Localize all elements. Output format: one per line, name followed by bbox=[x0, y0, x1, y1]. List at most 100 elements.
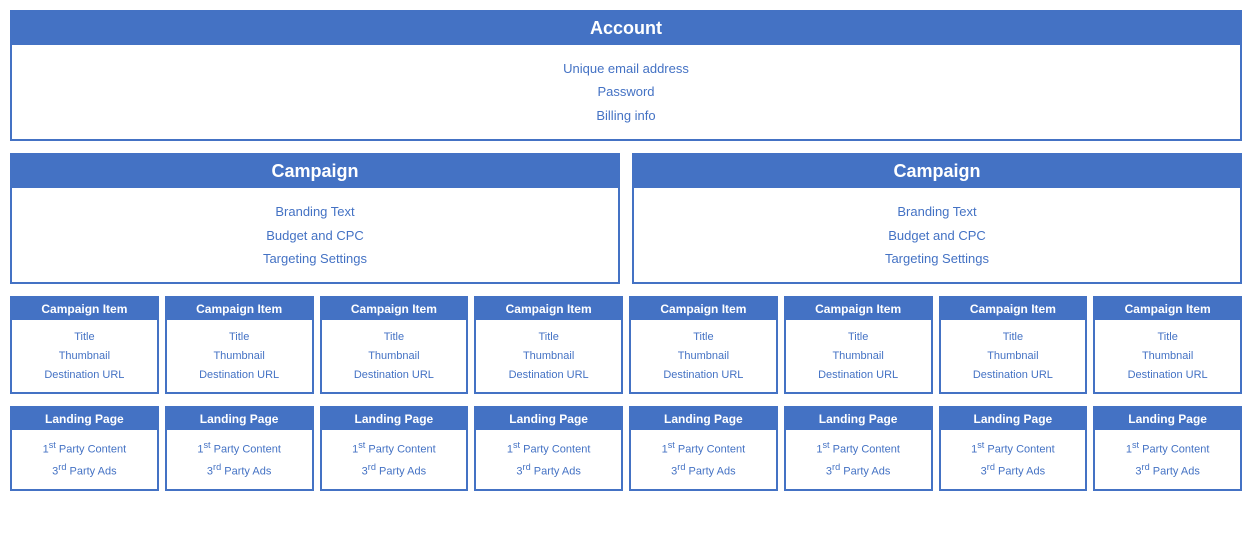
account-header: Account bbox=[12, 12, 1240, 45]
landing-page-box-1: Landing Page1st Party Content3rd Party A… bbox=[165, 406, 314, 491]
campaign-item: Targeting Settings bbox=[634, 247, 1240, 270]
campaign-item-field: Title bbox=[324, 328, 465, 347]
campaign-item-field: Thumbnail bbox=[14, 347, 155, 366]
account-item: Unique email address bbox=[12, 57, 1240, 80]
landing-page-field: 3rd Party Ads bbox=[14, 460, 155, 481]
campaign-item-field: Thumbnail bbox=[788, 347, 929, 366]
campaign-item-field: Title bbox=[169, 328, 310, 347]
landing-page-box-3: Landing Page1st Party Content3rd Party A… bbox=[474, 406, 623, 491]
campaign-item-body: TitleThumbnailDestination URL bbox=[631, 320, 776, 392]
campaign-item-field: Destination URL bbox=[1097, 366, 1238, 385]
campaign-item: Branding Text bbox=[634, 200, 1240, 223]
campaign-item-box-3: Campaign ItemTitleThumbnailDestination U… bbox=[474, 296, 623, 394]
campaign-item: Branding Text bbox=[12, 200, 618, 223]
campaign-body: Branding TextBudget and CPCTargeting Set… bbox=[634, 188, 1240, 282]
campaign-item-field: Destination URL bbox=[943, 366, 1084, 385]
campaign-item-field: Title bbox=[633, 328, 774, 347]
landing-page-field: 1st Party Content bbox=[788, 438, 929, 459]
landing-page-body: 1st Party Content3rd Party Ads bbox=[631, 430, 776, 489]
campaign-item-header: Campaign Item bbox=[631, 298, 776, 320]
landing-page-field: 3rd Party Ads bbox=[788, 460, 929, 481]
campaign-item-field: Thumbnail bbox=[324, 347, 465, 366]
account-item: Billing info bbox=[12, 104, 1240, 127]
campaign-items-row: Campaign ItemTitleThumbnailDestination U… bbox=[10, 296, 1242, 394]
campaign-item-field: Title bbox=[478, 328, 619, 347]
campaign-row: CampaignBranding TextBudget and CPCTarge… bbox=[10, 153, 1242, 284]
landing-page-header: Landing Page bbox=[1095, 408, 1240, 430]
campaign-item-body: TitleThumbnailDestination URL bbox=[322, 320, 467, 392]
account-body: Unique email addressPasswordBilling info bbox=[12, 45, 1240, 139]
campaign-item-field: Thumbnail bbox=[1097, 347, 1238, 366]
campaign-item-box-4: Campaign ItemTitleThumbnailDestination U… bbox=[629, 296, 778, 394]
campaign-item-field: Title bbox=[788, 328, 929, 347]
landing-page-header: Landing Page bbox=[786, 408, 931, 430]
campaign-item-box-1: Campaign ItemTitleThumbnailDestination U… bbox=[165, 296, 314, 394]
landing-page-field: 3rd Party Ads bbox=[324, 460, 465, 481]
campaign-item-box-7: Campaign ItemTitleThumbnailDestination U… bbox=[1093, 296, 1242, 394]
campaign-item-field: Destination URL bbox=[324, 366, 465, 385]
landing-page-body: 1st Party Content3rd Party Ads bbox=[941, 430, 1086, 489]
campaign-header: Campaign bbox=[634, 155, 1240, 188]
landing-page-header: Landing Page bbox=[476, 408, 621, 430]
campaign-item-field: Destination URL bbox=[788, 366, 929, 385]
landing-page-box-0: Landing Page1st Party Content3rd Party A… bbox=[10, 406, 159, 491]
campaign-item-field: Destination URL bbox=[14, 366, 155, 385]
campaign-item-body: TitleThumbnailDestination URL bbox=[786, 320, 931, 392]
landing-page-box-5: Landing Page1st Party Content3rd Party A… bbox=[784, 406, 933, 491]
landing-page-field: 1st Party Content bbox=[169, 438, 310, 459]
campaign-item: Targeting Settings bbox=[12, 247, 618, 270]
campaign-item-body: TitleThumbnailDestination URL bbox=[476, 320, 621, 392]
landing-page-header: Landing Page bbox=[631, 408, 776, 430]
landing-page-box-6: Landing Page1st Party Content3rd Party A… bbox=[939, 406, 1088, 491]
campaign-item-header: Campaign Item bbox=[322, 298, 467, 320]
campaign-item-body: TitleThumbnailDestination URL bbox=[12, 320, 157, 392]
landing-page-header: Landing Page bbox=[167, 408, 312, 430]
campaign-item-header: Campaign Item bbox=[167, 298, 312, 320]
campaign-item-field: Thumbnail bbox=[169, 347, 310, 366]
campaign-box-0: CampaignBranding TextBudget and CPCTarge… bbox=[10, 153, 620, 284]
campaign-item-header: Campaign Item bbox=[941, 298, 1086, 320]
campaign-item-field: Destination URL bbox=[478, 366, 619, 385]
landing-page-body: 1st Party Content3rd Party Ads bbox=[322, 430, 467, 489]
landing-page-field: 1st Party Content bbox=[1097, 438, 1238, 459]
campaign-item-body: TitleThumbnailDestination URL bbox=[167, 320, 312, 392]
campaign-item-box-0: Campaign ItemTitleThumbnailDestination U… bbox=[10, 296, 159, 394]
landing-page-box-7: Landing Page1st Party Content3rd Party A… bbox=[1093, 406, 1242, 491]
landing-page-body: 1st Party Content3rd Party Ads bbox=[1095, 430, 1240, 489]
landing-pages-row: Landing Page1st Party Content3rd Party A… bbox=[10, 406, 1242, 491]
account-item: Password bbox=[12, 80, 1240, 103]
landing-page-field: 3rd Party Ads bbox=[1097, 460, 1238, 481]
campaign-body: Branding TextBudget and CPCTargeting Set… bbox=[12, 188, 618, 282]
campaign-item-field: Thumbnail bbox=[478, 347, 619, 366]
landing-page-field: 3rd Party Ads bbox=[169, 460, 310, 481]
campaign-item-body: TitleThumbnailDestination URL bbox=[941, 320, 1086, 392]
campaign-item: Budget and CPC bbox=[634, 224, 1240, 247]
campaign-item: Budget and CPC bbox=[12, 224, 618, 247]
campaign-item-field: Destination URL bbox=[633, 366, 774, 385]
campaign-item-field: Title bbox=[1097, 328, 1238, 347]
campaign-item-header: Campaign Item bbox=[786, 298, 931, 320]
campaign-item-header: Campaign Item bbox=[12, 298, 157, 320]
campaign-item-box-2: Campaign ItemTitleThumbnailDestination U… bbox=[320, 296, 469, 394]
landing-page-box-4: Landing Page1st Party Content3rd Party A… bbox=[629, 406, 778, 491]
campaign-item-field: Title bbox=[943, 328, 1084, 347]
landing-page-field: 1st Party Content bbox=[478, 438, 619, 459]
campaign-header: Campaign bbox=[12, 155, 618, 188]
account-section: Account Unique email addressPasswordBill… bbox=[10, 10, 1242, 141]
campaign-item-body: TitleThumbnailDestination URL bbox=[1095, 320, 1240, 392]
landing-page-body: 1st Party Content3rd Party Ads bbox=[12, 430, 157, 489]
landing-page-field: 3rd Party Ads bbox=[943, 460, 1084, 481]
campaign-item-header: Campaign Item bbox=[476, 298, 621, 320]
landing-page-field: 1st Party Content bbox=[633, 438, 774, 459]
campaign-item-box-6: Campaign ItemTitleThumbnailDestination U… bbox=[939, 296, 1088, 394]
campaign-item-field: Thumbnail bbox=[943, 347, 1084, 366]
landing-page-header: Landing Page bbox=[941, 408, 1086, 430]
landing-page-body: 1st Party Content3rd Party Ads bbox=[167, 430, 312, 489]
landing-page-field: 1st Party Content bbox=[324, 438, 465, 459]
landing-page-body: 1st Party Content3rd Party Ads bbox=[786, 430, 931, 489]
landing-page-header: Landing Page bbox=[322, 408, 467, 430]
campaign-item-field: Destination URL bbox=[169, 366, 310, 385]
landing-page-field: 1st Party Content bbox=[14, 438, 155, 459]
campaign-item-field: Title bbox=[14, 328, 155, 347]
landing-page-box-2: Landing Page1st Party Content3rd Party A… bbox=[320, 406, 469, 491]
